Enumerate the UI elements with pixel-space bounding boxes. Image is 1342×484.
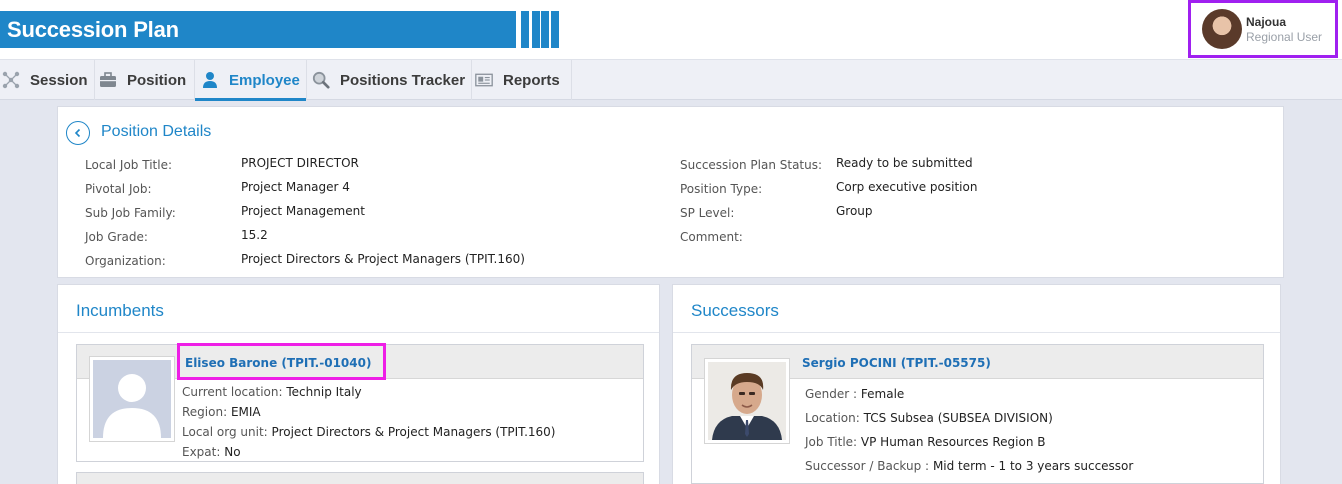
user-profile[interactable]: Najoua Regional User	[1188, 0, 1338, 58]
card-field: Successor / Backup : Mid term - 1 to 3 y…	[805, 459, 1134, 473]
card-field: Expat: No	[182, 445, 241, 459]
person-placeholder-icon	[93, 360, 171, 438]
detail-label: Sub Job Family:	[85, 206, 176, 220]
nav-label: Reports	[503, 71, 560, 89]
avatar	[89, 356, 175, 442]
nav-label: Employee	[229, 71, 300, 89]
detail-label: Job Grade:	[85, 230, 148, 244]
nav-position[interactable]: Position	[95, 60, 195, 100]
person-icon	[201, 71, 219, 89]
detail-label: Position Type:	[680, 182, 763, 196]
chevron-left-icon	[74, 128, 81, 138]
incumbent-card	[76, 472, 644, 484]
app-title-bar: Succession Plan	[0, 11, 516, 48]
app-title: Succession Plan	[7, 17, 179, 42]
incumbents-panel: Incumbents Eliseo Barone (TPIT.-01040) C…	[57, 284, 660, 484]
card-field: Job Title: VP Human Resources Region B	[805, 435, 1046, 449]
nav-label: Position	[127, 71, 187, 89]
successor-name-link[interactable]: Sergio POCINI (TPIT.-05575)	[802, 356, 991, 370]
title-stripe	[532, 11, 540, 48]
user-role: Regional User	[1246, 30, 1323, 44]
title-stripe	[541, 11, 549, 48]
reports-icon	[475, 71, 493, 89]
briefcase-icon	[99, 71, 117, 89]
back-button[interactable]	[66, 121, 90, 145]
panel-title: Position Details	[101, 123, 212, 140]
session-icon	[2, 71, 20, 89]
successors-panel: Successors Sergio POCINI (TPIT.-05575) G…	[672, 284, 1281, 484]
position-details-panel: Position Details Local Job Title: PROJEC…	[57, 106, 1284, 278]
card-field: Location: TCS Subsea (SUBSEA DIVISION)	[805, 411, 1053, 425]
main-nav: Session Position Employee Positions Trac…	[0, 59, 1342, 101]
detail-value: Project Management	[241, 204, 365, 218]
successor-card: Sergio POCINI (TPIT.-05575) Gender : Fem…	[691, 344, 1264, 484]
title-stripe	[521, 11, 529, 48]
selection-highlight	[177, 343, 386, 380]
detail-value: Group	[836, 204, 873, 218]
nav-employee[interactable]: Employee	[195, 60, 307, 101]
nav-label: Positions Tracker	[340, 71, 466, 89]
divider	[58, 332, 659, 333]
card-header	[77, 473, 643, 484]
nav-label: Session	[30, 71, 88, 89]
card-field: Gender : Female	[805, 387, 905, 401]
card-field: Region: EMIA	[182, 405, 261, 419]
detail-label: Succession Plan Status:	[680, 158, 823, 172]
successor-photo	[704, 358, 790, 444]
magnifier-icon	[312, 71, 330, 89]
detail-label: Comment:	[680, 230, 743, 244]
user-name: Najoua	[1246, 15, 1287, 29]
detail-value: 15.2	[241, 228, 268, 242]
detail-value: Project Manager 4	[241, 180, 350, 194]
panel-title: Incumbents	[76, 301, 164, 320]
detail-value: Ready to be submitted	[836, 156, 973, 170]
panel-title: Successors	[691, 301, 779, 320]
nav-session[interactable]: Session	[0, 60, 95, 100]
detail-value: Corp executive position	[836, 180, 978, 194]
person-photo	[708, 362, 786, 440]
nav-reports[interactable]: Reports	[472, 60, 572, 100]
title-stripe	[551, 11, 559, 48]
header: Succession Plan Najoua Regional User	[0, 0, 1342, 59]
detail-label: Local Job Title:	[85, 158, 172, 172]
card-field: Current location: Technip Italy	[182, 385, 362, 399]
card-field: Local org unit: Project Directors & Proj…	[182, 425, 556, 439]
detail-label: Organization:	[85, 254, 166, 268]
detail-label: Pivotal Job:	[85, 182, 152, 196]
detail-label: SP Level:	[680, 206, 735, 220]
detail-value: PROJECT DIRECTOR	[241, 156, 359, 170]
detail-value: Project Directors & Project Managers (TP…	[241, 252, 525, 266]
avatar	[1202, 9, 1242, 49]
nav-positions-tracker[interactable]: Positions Tracker	[307, 60, 472, 100]
divider	[673, 332, 1280, 333]
